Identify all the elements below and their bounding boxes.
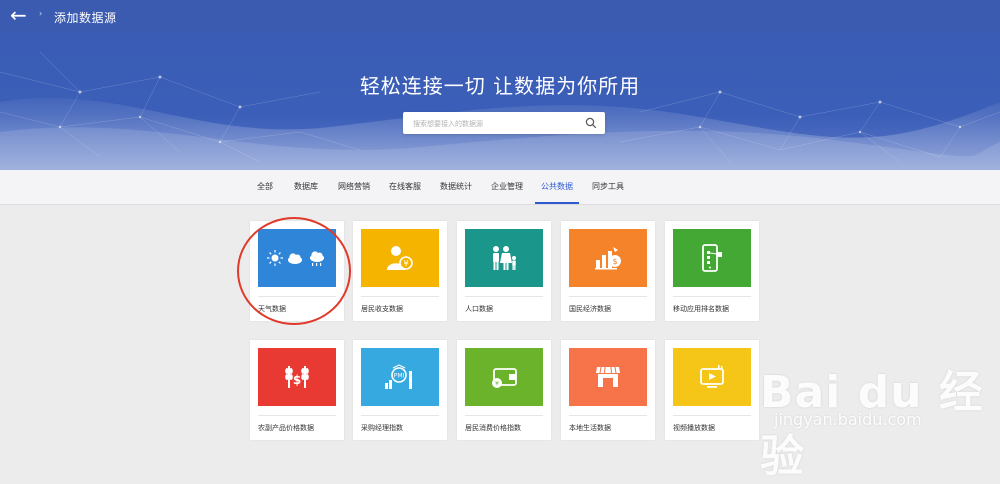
tab-online-marketing[interactable]: 网络营销 — [338, 170, 370, 204]
video-play-icon — [700, 365, 724, 388]
svg-text:$: $ — [612, 257, 617, 266]
card-pmi-index[interactable]: PMI 采购经理指数 — [353, 340, 447, 440]
card-divider — [465, 296, 543, 297]
card-label: 本地生活数据 — [569, 424, 611, 432]
tab-public-data[interactable]: 公共数据 — [535, 170, 579, 204]
tab-online-service[interactable]: 在线客服 — [389, 170, 421, 204]
mobile-app-icon — [702, 244, 722, 272]
card-divider — [465, 415, 543, 416]
tile-local-life — [569, 348, 647, 406]
tile-cpi: ¥ — [465, 348, 543, 406]
hero-slogan: 轻松连接一切 让数据为你所用 — [359, 74, 641, 98]
baidu-jingyan-watermark: Bai du 经验 jingyan.baidu.com — [760, 338, 990, 482]
page-title: 添加数据源 — [54, 11, 117, 25]
card-label: 居民消费价格指数 — [465, 424, 521, 432]
card-population-data[interactable]: 人口数据 — [457, 221, 551, 321]
card-label: 农副产品价格数据 — [258, 424, 314, 432]
card-cpi-index[interactable]: ¥ 居民消费价格指数 — [457, 340, 551, 440]
card-mobile-app-ranking-data[interactable]: 移动应用排名数据 — [665, 221, 759, 321]
network-mesh-background — [0, 51, 1000, 170]
wheat-price-icon: $ — [285, 366, 309, 388]
search-icon[interactable] — [585, 117, 597, 129]
tile-mobile-app-ranking — [673, 229, 751, 287]
card-national-economy-data[interactable]: $ 国民经济数据 — [561, 221, 655, 321]
card-video-play-data[interactable]: 视频播放数据 — [665, 340, 759, 440]
card-label: 采购经理指数 — [361, 424, 403, 432]
tile-population — [465, 229, 543, 287]
card-divider — [361, 296, 439, 297]
tab-all[interactable]: 全部 — [257, 170, 273, 204]
watermark-text: Bai du 经验 — [760, 367, 984, 482]
card-divider — [258, 415, 336, 416]
tab-database[interactable]: 数据库 — [294, 170, 318, 204]
card-divider — [569, 415, 647, 416]
card-label: 视频播放数据 — [673, 424, 715, 432]
card-label: 人口数据 — [465, 305, 493, 313]
card-agricultural-price-data[interactable]: $ 农副产品价格数据 — [250, 340, 344, 440]
pmi-icon: PMI — [385, 364, 412, 389]
card-weather-data[interactable]: 天气数据 — [250, 221, 344, 321]
tile-national-economy: $ — [569, 229, 647, 287]
svg-text:¥: ¥ — [495, 381, 499, 388]
tile-agricultural-price: $ — [258, 348, 336, 406]
tile-weather — [258, 229, 336, 287]
card-label: 国民经济数据 — [569, 305, 611, 313]
watermark-url: jingyan.baidu.com — [774, 410, 922, 429]
arrow-left-icon[interactable]: ← — [10, 4, 27, 26]
top-bar: ← › 添加数据源 — [0, 0, 1000, 32]
tab-enterprise-management[interactable]: 企业管理 — [491, 170, 523, 204]
tile-pmi: PMI — [361, 348, 439, 406]
svg-text:PMI: PMI — [394, 373, 405, 380]
tab-sync-tools[interactable]: 同步工具 — [592, 170, 624, 204]
economy-icon: $ — [595, 247, 621, 270]
search-input[interactable] — [411, 115, 585, 133]
card-label: 移动应用排名数据 — [673, 305, 729, 313]
wallet-icon: ¥ — [492, 368, 517, 388]
card-divider — [258, 296, 336, 297]
svg-text:¥: ¥ — [403, 259, 408, 268]
shop-icon — [596, 366, 620, 387]
card-resident-income-data[interactable]: ¥ 居民收支数据 — [353, 221, 447, 321]
card-divider — [569, 296, 647, 297]
tile-resident-income: ¥ — [361, 229, 439, 287]
tile-video-play — [673, 348, 751, 406]
card-local-life-data[interactable]: 本地生活数据 — [561, 340, 655, 440]
card-label: 居民收支数据 — [361, 305, 403, 313]
card-divider — [361, 415, 439, 416]
card-divider — [673, 296, 751, 297]
person-money-icon: ¥ — [387, 246, 413, 270]
card-label: 天气数据 — [258, 305, 286, 313]
breadcrumb-separator: › — [39, 9, 43, 18]
hero-banner: 轻松连接一切 让数据为你所用 — [0, 32, 1000, 170]
weather-icon — [267, 250, 324, 266]
svg-text:$: $ — [293, 373, 301, 387]
search-box — [403, 112, 605, 134]
family-icon — [493, 246, 516, 270]
category-tabs: 全部 数据库 网络营销 在线客服 数据统计 企业管理 公共数据 同步工具 — [0, 170, 1000, 205]
tab-data-statistics[interactable]: 数据统计 — [440, 170, 472, 204]
card-divider — [673, 415, 751, 416]
